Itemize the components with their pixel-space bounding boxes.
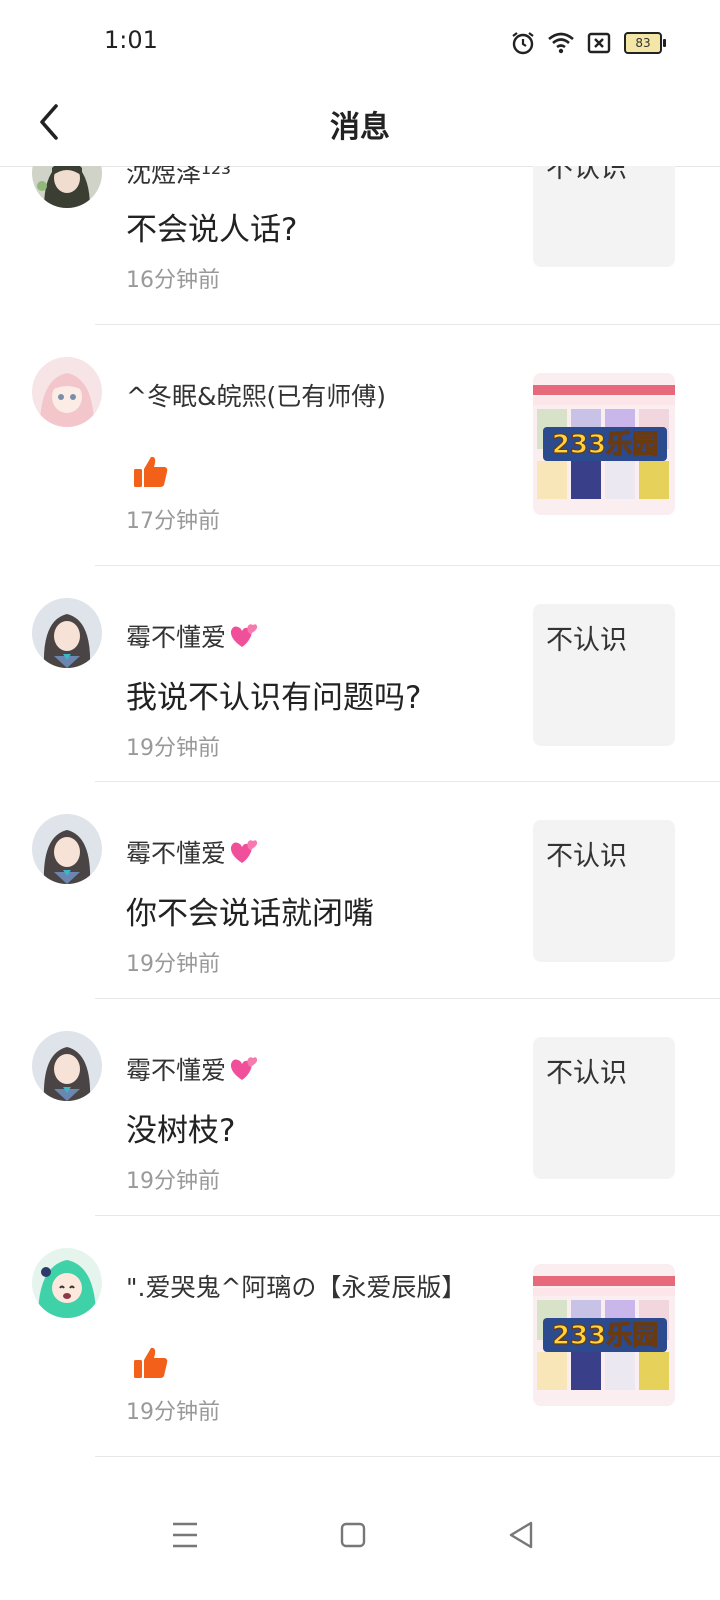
reply-preview-text: 不认识 [546,841,627,872]
username: ".爱哭鬼^阿璃の【永爱辰版】 [126,1273,467,1302]
back-nav-button[interactable] [497,1510,547,1560]
menu-icon [173,1522,197,1548]
message-text: 不会说人话? [126,212,298,248]
username: 霉不懂爱 [126,618,258,654]
list-item[interactable]: 霉不懂爱 我说不认识有问题吗? 19分钟前 不认识 [0,566,720,782]
message-text: 没树枝? [126,1113,236,1149]
alarm-icon [512,32,534,55]
avatar[interactable] [32,814,102,884]
message-time: 19分钟前 [126,952,220,977]
username-text: 霉不懂爱 [126,1056,227,1085]
username-text: 霉不懂爱 [126,623,227,652]
divider [95,1456,720,1457]
thumbnail-logo: 233乐园 [552,1321,658,1351]
message-time: 19分钟前 [126,1400,220,1425]
avatar[interactable] [32,1031,102,1101]
username: 沈煜泽¹²³ [126,166,232,188]
reply-preview[interactable]: 不认识 [533,166,675,267]
list-item[interactable]: 沈煜泽¹²³ 不会说人话? 16分钟前 不认识 [0,166,720,325]
thumbnail-logo: 233乐园 [552,430,658,460]
reply-preview[interactable]: 不认识 [533,1037,675,1179]
status-time: 1:01 [104,26,158,54]
username: ^冬眠&皖熙(已有师傅) [126,382,386,411]
message-time: 19分钟前 [126,1169,220,1194]
reply-preview-text: 不认识 [546,1058,627,1089]
thumbs-up-icon [134,1347,168,1378]
battery-indicator: 83 [624,32,666,54]
two-hearts-icon [230,624,258,647]
list-item[interactable]: 霉不懂爱 你不会说话就闭嘴 19分钟前 不认识 [0,782,720,999]
username: 霉不懂爱 [126,1051,258,1087]
message-time: 19分钟前 [126,736,220,761]
message-time: 16分钟前 [126,268,220,293]
status-icons: 83 [510,30,666,56]
thumbs-up-icon [134,456,168,487]
username: 霉不懂爱 [126,834,258,870]
post-thumbnail[interactable]: 233乐园 [533,1264,675,1406]
reply-preview[interactable]: 不认识 [533,820,675,962]
avatar[interactable] [32,1248,102,1318]
avatar[interactable] [32,598,102,668]
list-item[interactable]: 霉不懂爱 没树枝? 19分钟前 不认识 [0,999,720,1216]
reply-preview-text: 不认识 [546,166,627,184]
message-time: 17分钟前 [126,509,220,534]
avatar[interactable] [32,166,102,208]
home-icon [340,1522,366,1548]
app-header: 消息 [0,80,720,167]
reply-preview[interactable]: 不认识 [533,604,675,746]
page-title: 消息 [330,110,390,145]
message-list[interactable]: 沈煜泽¹²³ 不会说人话? 16分钟前 不认识 ^冬眠&皖熙(已有师傅) 17分… [0,166,720,1480]
message-text: 我说不认识有问题吗? [126,680,422,716]
triangle-back-icon [509,1521,533,1549]
no-sim-icon [587,32,611,54]
message-text: 你不会说话就闭嘴 [126,896,374,932]
list-item[interactable]: ".爱哭鬼^阿璃の【永爱辰版】 19分钟前 233乐园 [0,1216,720,1457]
post-thumbnail[interactable]: 233乐园 [533,373,675,515]
system-nav-bar [0,1480,720,1600]
reply-preview-text: 不认识 [546,625,627,656]
username-text: 霉不懂爱 [126,839,227,868]
status-bar: 1:01 83 [0,0,720,80]
home-button[interactable] [328,1510,378,1560]
avatar[interactable] [32,357,102,427]
two-hearts-icon [230,840,258,863]
two-hearts-icon [230,1057,258,1080]
menu-button[interactable] [160,1510,210,1560]
list-item[interactable]: ^冬眠&皖熙(已有师傅) 17分钟前 233乐园 [0,325,720,566]
wifi-icon [548,32,574,54]
